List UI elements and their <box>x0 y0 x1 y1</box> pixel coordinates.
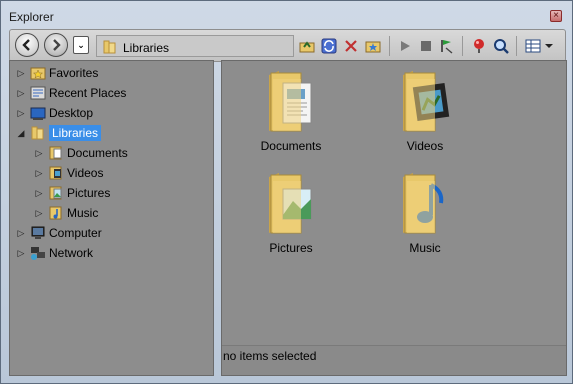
folder-up-button[interactable] <box>298 37 315 54</box>
pin-button[interactable] <box>470 37 487 54</box>
flag-button[interactable] <box>438 37 455 54</box>
explorer-window: Explorer × ⌄ Libraries ▷ Favorites ▷ Rec… <box>0 0 573 384</box>
documents-library-icon <box>49 146 62 160</box>
delete-button[interactable] <box>342 37 359 54</box>
library-label: Pictures <box>269 241 313 255</box>
library-label: Videos <box>406 139 444 153</box>
tree-item-label: Music <box>67 206 99 220</box>
library-videos[interactable]: Videos <box>370 69 480 165</box>
stop-icon <box>420 40 431 51</box>
toolbar: ⌄ Libraries <box>9 29 566 62</box>
tree-item-recent-places[interactable]: ▷ Recent Places <box>16 84 127 102</box>
history-button[interactable]: ⌄ <box>73 36 89 54</box>
delete-icon <box>344 39 357 52</box>
library-label: Documents <box>260 139 322 153</box>
play-icon <box>400 40 410 51</box>
recent-places-icon <box>30 86 46 100</box>
expand-icon[interactable]: ▷ <box>34 188 44 199</box>
tree-item-label: Pictures <box>67 186 111 200</box>
tree-item-label: Videos <box>67 166 104 180</box>
tree-item-label: Recent Places <box>49 86 127 100</box>
address-text: Libraries <box>123 41 170 55</box>
navigation-tree: ▷ Favorites ▷ Recent Places ▷ Desktop ◢ … <box>9 60 214 376</box>
new-folder-icon <box>365 41 380 52</box>
tree-item-label: Computer <box>49 226 102 240</box>
desktop-icon <box>30 107 46 120</box>
content-pane: Documents Videos Pictures Music no items… <box>221 60 567 376</box>
folder-up-icon <box>299 40 314 52</box>
close-icon: × <box>553 10 559 21</box>
forward-icon <box>53 39 61 51</box>
libraries-icon <box>103 40 116 54</box>
flag-icon <box>440 39 452 54</box>
documents-folder-icon <box>269 71 312 132</box>
library-grid: Documents Videos Pictures Music <box>222 61 566 343</box>
back-button[interactable] <box>15 33 39 57</box>
close-button[interactable]: × <box>550 10 562 22</box>
tree-item-desktop[interactable]: ▷ Desktop <box>16 104 93 122</box>
music-folder-icon <box>403 173 444 234</box>
expand-icon[interactable]: ▷ <box>16 88 26 99</box>
toolbar-separator <box>516 36 517 56</box>
libraries-icon <box>31 126 44 140</box>
pin-icon <box>473 38 484 53</box>
sync-button[interactable] <box>320 37 337 54</box>
forward-button[interactable] <box>44 33 68 57</box>
new-folder-button[interactable] <box>364 37 381 54</box>
status-bar: no items selected <box>222 345 566 375</box>
play-button[interactable] <box>396 37 413 54</box>
pictures-library-icon <box>49 186 62 200</box>
expand-icon[interactable]: ▷ <box>16 68 26 79</box>
tree-item-documents[interactable]: ▷ Documents <box>34 144 128 162</box>
collapse-icon[interactable]: ◢ <box>16 128 26 139</box>
tree-item-libraries[interactable]: ◢ Libraries <box>16 124 102 142</box>
expand-icon[interactable]: ▷ <box>34 168 44 179</box>
view-button[interactable] <box>525 37 555 54</box>
library-music[interactable]: Music <box>370 171 480 267</box>
history-icon: ⌄ <box>77 40 85 50</box>
tree-item-label: Network <box>49 246 94 260</box>
tree-item-music[interactable]: ▷ Music <box>34 204 99 222</box>
expand-icon[interactable]: ▷ <box>16 228 26 239</box>
pictures-folder-icon <box>269 173 312 234</box>
search-icon <box>493 38 509 54</box>
address-bar[interactable]: Libraries <box>96 35 294 57</box>
star-folder-icon <box>30 67 46 80</box>
tree-item-computer[interactable]: ▷ Computer <box>16 224 102 242</box>
title-bar: Explorer × <box>2 2 571 26</box>
library-pictures[interactable]: Pictures <box>236 171 346 267</box>
search-button[interactable] <box>492 37 509 54</box>
tree-item-label: Favorites <box>49 66 99 80</box>
expand-icon[interactable]: ▷ <box>34 148 44 159</box>
music-library-icon <box>49 206 62 220</box>
toolbar-separator <box>389 36 390 56</box>
tree-item-network[interactable]: ▷ Network <box>16 244 93 262</box>
back-icon <box>22 39 30 51</box>
library-documents[interactable]: Documents <box>236 69 346 165</box>
expand-icon[interactable]: ▷ <box>16 108 26 119</box>
tree-item-videos[interactable]: ▷ Videos <box>34 164 104 182</box>
status-text: no items selected <box>223 349 317 363</box>
toolbar-separator <box>462 36 463 56</box>
tree-item-label: Libraries <box>49 125 102 141</box>
stop-button[interactable] <box>417 37 434 54</box>
window-title: Explorer <box>9 10 54 24</box>
tree-item-label: Documents <box>67 146 128 160</box>
network-icon <box>31 247 45 260</box>
library-label: Music <box>409 241 441 255</box>
sync-icon <box>321 38 336 53</box>
videos-library-icon <box>49 166 62 180</box>
videos-folder-icon <box>403 71 450 132</box>
tree-item-favorites[interactable]: ▷ Favorites <box>16 64 99 82</box>
expand-icon[interactable]: ▷ <box>34 208 44 219</box>
computer-icon <box>31 226 45 239</box>
view-icon <box>525 39 553 52</box>
tree-item-pictures[interactable]: ▷ Pictures <box>34 184 111 202</box>
tree-item-label: Desktop <box>49 106 94 120</box>
expand-icon[interactable]: ▷ <box>16 248 26 259</box>
